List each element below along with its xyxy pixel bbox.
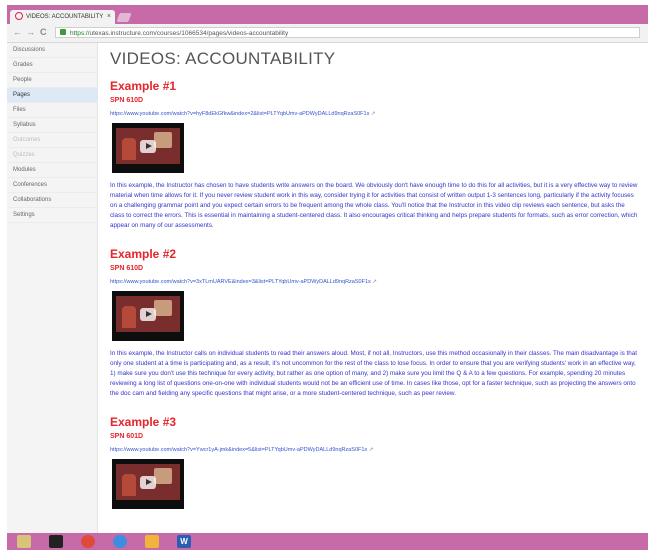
- sidebar-item-discussions[interactable]: Discussions: [7, 43, 97, 58]
- video-link[interactable]: https://www.youtube.com/watch?v=Ywcr1yA-…: [110, 447, 645, 453]
- sidebar-item-quizzes[interactable]: Quizzes: [7, 148, 97, 163]
- internet-explorer-icon[interactable]: [113, 535, 127, 548]
- lock-icon: [60, 29, 66, 35]
- video-thumbnail[interactable]: [112, 123, 184, 173]
- video-link-text[interactable]: https://www.youtube.com/watch?v=3xTLmUAR…: [110, 279, 371, 285]
- sidebar-item-files[interactable]: Files: [7, 103, 97, 118]
- example-section-2: Example #2 SPN 610D https://www.youtube.…: [110, 247, 645, 399]
- sidebar-item-conferences[interactable]: Conferences: [7, 178, 97, 193]
- example-heading: Example #1: [110, 79, 177, 93]
- new-tab-button[interactable]: [116, 13, 132, 22]
- video-link-text[interactable]: https://www.youtube.com/watch?v=hyF8dEkG…: [110, 111, 369, 117]
- browser-tab[interactable]: VIDEOS: ACCOUNTABILITY ×: [10, 10, 115, 24]
- example-heading: Example #3: [110, 415, 177, 429]
- canvas-favicon-icon: [15, 12, 23, 21]
- sidebar-item-people[interactable]: People: [7, 73, 97, 88]
- example-heading: Example #2: [110, 247, 177, 261]
- external-link-icon: ↗: [370, 111, 376, 117]
- chrome-icon[interactable]: [81, 535, 95, 548]
- word-icon[interactable]: W: [177, 535, 191, 548]
- play-icon[interactable]: [140, 140, 156, 153]
- example-description: In this example, the Instructor has chos…: [110, 182, 638, 229]
- tab-title: VIDEOS: ACCOUNTABILITY: [26, 14, 104, 20]
- play-icon[interactable]: [140, 308, 156, 321]
- sidebar-item-syllabus[interactable]: Syllabus: [7, 118, 97, 133]
- external-link-icon: ↗: [368, 447, 374, 453]
- sidebar-item-grades[interactable]: Grades: [7, 58, 97, 73]
- folder-icon[interactable]: [145, 535, 159, 548]
- course-code: SPN 610D: [110, 97, 144, 104]
- page-title: VIDEOS: ACCOUNTABILITY: [110, 49, 336, 68]
- reload-button[interactable]: C: [40, 27, 47, 38]
- tab-close-icon[interactable]: ×: [107, 10, 111, 24]
- example-section-1: Example #1 SPN 610D https://www.youtube.…: [110, 79, 645, 231]
- back-button[interactable]: ←: [13, 27, 22, 38]
- course-code: SPN 601D: [110, 433, 144, 440]
- sidebar-item-modules[interactable]: Modules: [7, 163, 97, 178]
- sidebar-item-pages[interactable]: Pages: [7, 88, 97, 103]
- browser-titlebar: VIDEOS: ACCOUNTABILITY ×: [7, 5, 648, 24]
- video-thumbnail[interactable]: [112, 291, 184, 341]
- url-path: utexas.instructure.com/courses/1066534/p…: [89, 30, 289, 37]
- media-icon[interactable]: [49, 535, 63, 548]
- sidebar-item-outcomes[interactable]: Outcomes: [7, 133, 97, 148]
- video-link[interactable]: https://www.youtube.com/watch?v=3xTLmUAR…: [110, 279, 645, 285]
- example-description: In this example, the Instructor calls on…: [110, 350, 637, 397]
- address-bar[interactable]: https://utexas.instructure.com/courses/1…: [55, 27, 640, 38]
- url-scheme: https://: [70, 30, 90, 37]
- windows-taskbar: W: [7, 533, 648, 550]
- play-icon[interactable]: [140, 476, 156, 489]
- video-thumbnail[interactable]: [112, 459, 184, 509]
- forward-button[interactable]: →: [26, 27, 35, 38]
- sidebar-item-settings[interactable]: Settings: [7, 208, 97, 223]
- external-link-icon: ↗: [372, 279, 377, 285]
- sidebar-item-collaborations[interactable]: Collaborations: [7, 193, 97, 208]
- browser-toolbar: ← → C https://utexas.instructure.com/cou…: [7, 24, 648, 43]
- page-content: VIDEOS: ACCOUNTABILITY Example #1 SPN 61…: [110, 43, 645, 533]
- course-sidebar: Discussions Grades People Pages Files Sy…: [7, 43, 98, 533]
- example-section-3: Example #3 SPN 601D https://www.youtube.…: [110, 415, 645, 509]
- video-link[interactable]: https://www.youtube.com/watch?v=hyF8dEkG…: [110, 111, 645, 117]
- file-explorer-icon[interactable]: [17, 535, 31, 548]
- course-code: SPN 610D: [110, 265, 144, 272]
- video-link-text[interactable]: https://www.youtube.com/watch?v=Ywcr1yA-…: [110, 447, 367, 453]
- browser-window: VIDEOS: ACCOUNTABILITY × ← → C https://u…: [7, 5, 648, 533]
